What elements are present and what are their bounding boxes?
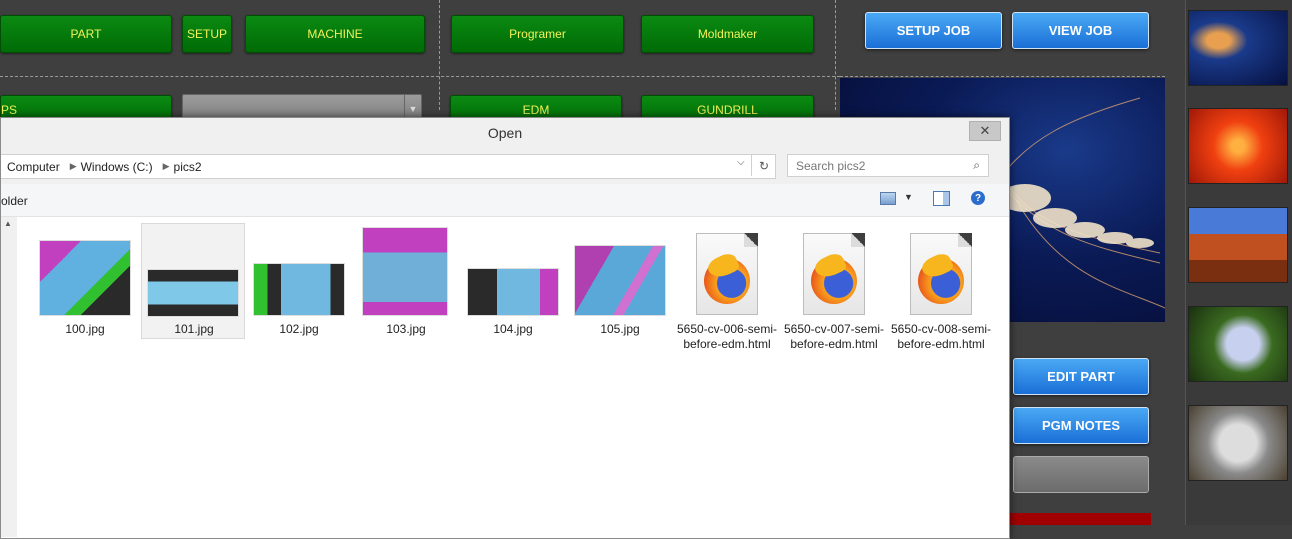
- pgm-notes-button[interactable]: PGM NOTES: [1013, 407, 1149, 444]
- file-name: 100.jpg: [65, 322, 105, 336]
- file-name: 104.jpg: [493, 322, 533, 336]
- scroll-up-icon[interactable]: ▲: [4, 219, 12, 228]
- grid-divider: [835, 0, 836, 110]
- firefox-icon: [803, 233, 865, 315]
- vertical-scrollbar[interactable]: ▲: [1, 217, 17, 537]
- file-name: 101.jpg: [174, 322, 214, 336]
- preview-pane-icon[interactable]: [933, 191, 950, 206]
- setup-job-button[interactable]: SETUP JOB: [865, 12, 1002, 49]
- file-name: 103.jpg: [386, 322, 426, 336]
- file-item-html-006[interactable]: 5650-cv-006-semi-before-edm.html: [675, 223, 779, 373]
- breadcrumb-windows-c[interactable]: Windows (C:): [81, 160, 153, 174]
- file-item-html-007[interactable]: 5650-cv-007-semi-before-edm.html: [782, 223, 886, 373]
- breadcrumb-separator-icon: ▶: [69, 161, 77, 171]
- thumbnail-column: [1185, 0, 1292, 525]
- thumbnail-jellyfish[interactable]: [1188, 10, 1288, 86]
- refresh-icon[interactable]: ↻: [751, 155, 776, 176]
- file-item-104[interactable]: 104.jpg: [461, 223, 565, 339]
- search-input[interactable]: Search pics2 ⌕: [787, 154, 989, 177]
- thumbnail-desert[interactable]: [1188, 207, 1288, 283]
- thumbnail-flower[interactable]: [1188, 108, 1288, 184]
- chevron-down-icon[interactable]: ⌵: [737, 157, 745, 168]
- file-name: 5650-cv-006-semi-before-edm.html: [676, 322, 778, 351]
- dialog-toolbar: older ▼ ?: [1, 184, 1009, 217]
- close-button[interactable]: ✕: [969, 121, 1001, 141]
- grid-divider: [439, 0, 440, 110]
- file-thumbnail: [253, 263, 345, 316]
- file-item-html-008[interactable]: 5650-cv-008-semi-before-edm.html: [889, 223, 993, 373]
- breadcrumb[interactable]: Computer ▶ Windows (C:) ▶ pics2 ⌵ ↻: [1, 154, 776, 179]
- breadcrumb-separator-icon: ▶: [162, 161, 170, 171]
- dialog-title-text: Open: [487, 125, 523, 141]
- red-button[interactable]: [1008, 513, 1151, 525]
- view-job-button[interactable]: VIEW JOB: [1012, 12, 1149, 49]
- file-name: 105.jpg: [600, 322, 640, 336]
- chevron-down-icon[interactable]: ▼: [904, 192, 913, 202]
- file-thumbnail: [467, 268, 559, 316]
- close-icon: ✕: [979, 123, 991, 138]
- breadcrumb-computer[interactable]: Computer: [7, 160, 60, 174]
- open-file-dialog: Open ✕ Computer ▶ Windows (C:) ▶ pics2 ⌵…: [0, 117, 1010, 539]
- setup-button[interactable]: SETUP: [182, 15, 232, 53]
- file-item-105[interactable]: 105.jpg: [568, 223, 672, 339]
- file-thumbnail: [362, 227, 448, 316]
- view-options-icon[interactable]: [880, 192, 896, 205]
- help-icon[interactable]: ?: [971, 191, 985, 205]
- breadcrumb-pics2[interactable]: pics2: [174, 160, 202, 174]
- file-item-101[interactable]: 101.jpg: [141, 223, 245, 339]
- programer-button[interactable]: Programer: [451, 15, 624, 53]
- blank-button[interactable]: [1013, 456, 1149, 493]
- firefox-icon: [696, 233, 758, 315]
- grid-divider: [840, 76, 1165, 77]
- machine-button[interactable]: MACHINE: [245, 15, 425, 53]
- moldmaker-button[interactable]: Moldmaker: [641, 15, 814, 53]
- thumbnail-koala[interactable]: [1188, 405, 1288, 481]
- address-row: Computer ▶ Windows (C:) ▶ pics2 ⌵ ↻ Sear…: [1, 148, 1009, 184]
- edit-part-button[interactable]: EDIT PART: [1013, 358, 1149, 395]
- file-name: 5650-cv-007-semi-before-edm.html: [783, 322, 885, 351]
- grid-divider: [0, 76, 840, 77]
- file-name: 102.jpg: [279, 322, 319, 336]
- file-thumbnail: [147, 269, 239, 317]
- file-name: 5650-cv-008-semi-before-edm.html: [890, 322, 992, 351]
- file-item-100[interactable]: 100.jpg: [33, 223, 137, 339]
- dialog-title: Open: [1, 118, 1009, 148]
- part-button[interactable]: PART: [0, 15, 172, 53]
- firefox-icon: [910, 233, 972, 315]
- file-item-103[interactable]: 103.jpg: [354, 223, 458, 339]
- file-list: 100.jpg 101.jpg 102.jpg 103.jpg 104.jpg …: [17, 217, 1000, 537]
- search-icon[interactable]: ⌕: [973, 158, 980, 173]
- file-thumbnail: [39, 240, 131, 316]
- search-placeholder: Search pics2: [796, 158, 866, 173]
- file-item-102[interactable]: 102.jpg: [247, 223, 351, 339]
- new-folder-button[interactable]: older: [1, 194, 28, 208]
- file-thumbnail: [574, 245, 666, 316]
- thumbnail-hydrangea[interactable]: [1188, 306, 1288, 382]
